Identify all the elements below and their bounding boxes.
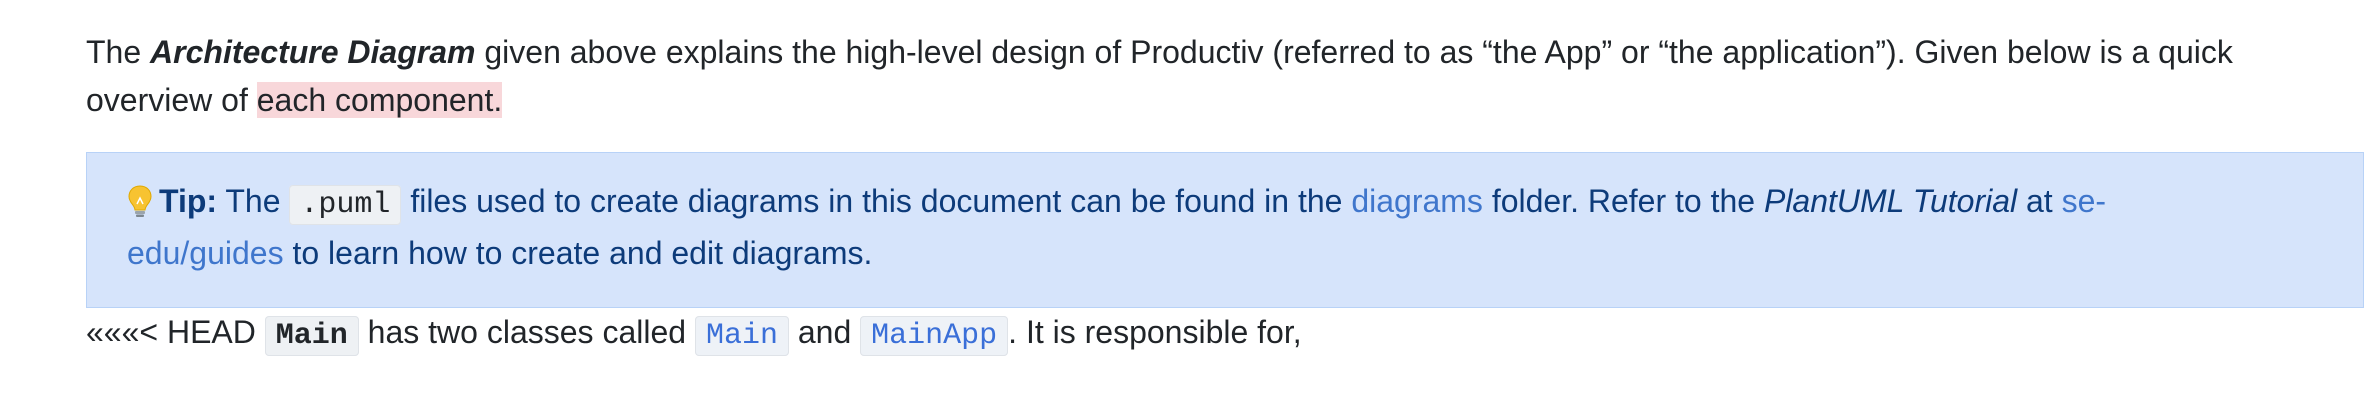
tip-text-at: at <box>2017 183 2062 219</box>
main-text-1: has two classes called <box>358 314 695 350</box>
main-class-code[interactable]: Main <box>694 316 789 356</box>
architecture-diagram-emphasis: Architecture Diagram <box>150 34 476 70</box>
plantuml-tutorial-text: PlantUML Tutorial <box>1763 183 2018 219</box>
main-bold-code: Main <box>264 316 359 356</box>
intro-paragraph: The Architecture Diagram given above exp… <box>86 28 2306 124</box>
tip-text-after-link: folder. Refer to the <box>1482 183 1764 219</box>
tip-label: Tip: <box>159 183 218 219</box>
puml-code: .puml <box>289 185 402 225</box>
tip-text: Tip: The .puml files used to create diag… <box>127 177 2247 277</box>
main-text-2: and <box>788 314 861 350</box>
tip-text-before-code: The <box>217 183 290 219</box>
tip-text-after-code: files used to create diagrams in this do… <box>401 183 1352 219</box>
main-component-paragraph: «««< HEAD Main has two classes called Ma… <box>86 308 2306 360</box>
mainapp-class-code[interactable]: MainApp <box>860 316 1009 356</box>
intro-prefix: The <box>86 34 151 70</box>
lightbulb-icon <box>127 183 153 217</box>
tip-text-end: to learn how to create and edit diagrams… <box>283 235 873 271</box>
document-content: The Architecture Diagram given above exp… <box>86 28 2366 360</box>
tip-callout: Tip: The .puml files used to create diag… <box>86 152 2364 308</box>
main-text-3: . It is responsible for, <box>1008 314 1302 350</box>
diagrams-link[interactable]: diagrams <box>1351 183 1483 219</box>
merge-marker-text: «««< HEAD <box>86 314 265 350</box>
highlighted-text: each component. <box>256 82 503 118</box>
